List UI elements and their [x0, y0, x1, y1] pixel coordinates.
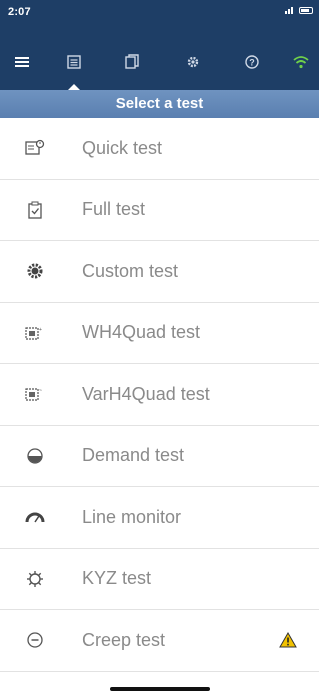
page-title: Select a test [0, 90, 319, 118]
line-monitor-gauge-icon [24, 506, 46, 528]
test-item-label: Full test [82, 199, 146, 220]
full-test-clipboard-icon [24, 199, 46, 221]
test-item-label: KYZ test [82, 568, 152, 589]
varh4quad-test-icon: ~ [24, 383, 46, 405]
creep-test-icon [24, 629, 46, 651]
wifi-icon[interactable] [289, 50, 313, 74]
test-item-quick[interactable]: Quick test [0, 118, 319, 180]
toolbar: ? [0, 40, 319, 90]
test-item-wh4quad[interactable]: + WH4Quad test [0, 302, 319, 364]
test-item-label: WH4Quad test [82, 322, 201, 343]
documents-icon[interactable] [120, 50, 144, 74]
test-item-demand[interactable]: Demand test [0, 425, 319, 487]
test-item-label: Custom test [82, 260, 179, 281]
test-item-kyz[interactable]: KYZ test [0, 548, 319, 610]
svg-text:+: + [39, 327, 42, 333]
test-item-line-monitor[interactable]: Line monitor [0, 487, 319, 549]
signal-icon [285, 6, 295, 14]
status-indicators [285, 6, 313, 14]
kyz-test-icon [24, 568, 46, 590]
hamburger-menu-icon[interactable] [10, 50, 34, 74]
test-item-creep[interactable]: Creep test [0, 610, 319, 672]
svg-text:?: ? [249, 58, 255, 68]
test-item-label: Demand test [82, 445, 185, 466]
test-item-label: VarH4Quad test [82, 383, 210, 404]
wh4quad-test-icon: + [24, 322, 46, 344]
battery-icon [299, 6, 313, 14]
home-indicator[interactable] [110, 687, 210, 691]
test-item-varh4quad[interactable]: ~ VarH4Quad test [0, 364, 319, 426]
help-icon[interactable]: ? [240, 50, 264, 74]
svg-text:~: ~ [39, 388, 42, 394]
test-item-label: Creep test [82, 629, 166, 650]
custom-test-gear-icon [24, 260, 46, 282]
demand-test-icon [24, 445, 46, 467]
gear-icon[interactable] [181, 50, 205, 74]
test-item-full[interactable]: Full test [0, 179, 319, 241]
test-item-custom[interactable]: Custom test [0, 241, 319, 303]
status-time: 2:07 [8, 6, 31, 18]
status-bar: 2:07 [0, 0, 319, 40]
test-item-label: Line monitor [82, 506, 182, 527]
test-list-icon[interactable] [62, 50, 86, 74]
warning-icon[interactable] [279, 632, 297, 648]
test-item-label: Quick test [82, 137, 163, 158]
test-list: Quick test Full test Custom test + WH4Qu… [0, 118, 319, 672]
quick-test-icon [24, 137, 46, 159]
